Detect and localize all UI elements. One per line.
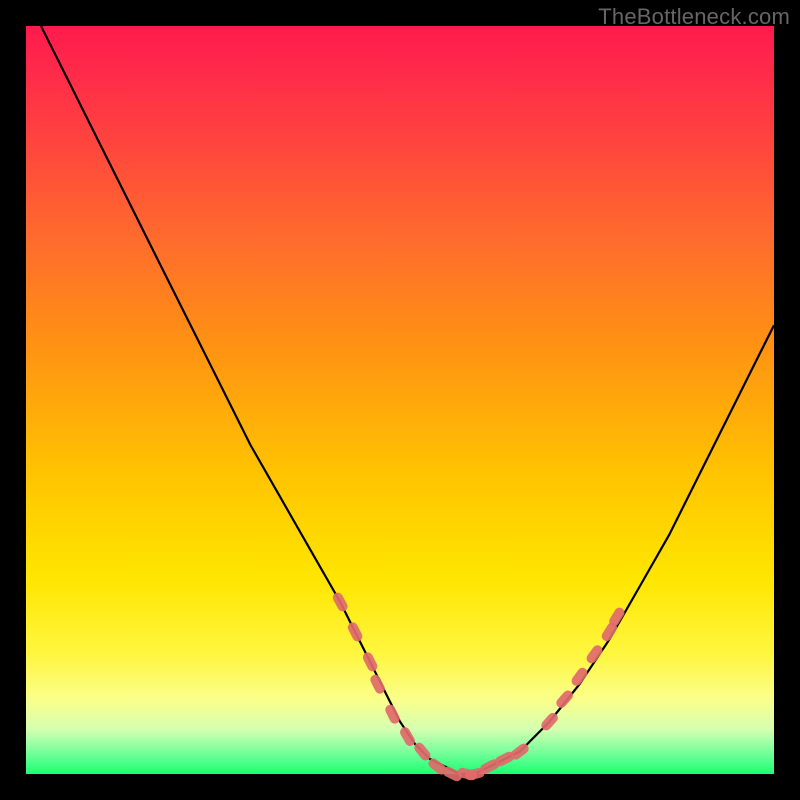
curve-marker [570,666,590,688]
curve-markers [331,591,626,783]
curve-marker [554,688,575,710]
curve-marker [384,703,402,725]
bottleneck-curve [41,26,774,774]
curve-marker [361,651,379,673]
curve-marker [585,643,605,665]
curve-marker [346,621,364,643]
curve-marker [331,591,349,613]
curve-marker [369,673,387,695]
chart-svg [26,26,774,774]
